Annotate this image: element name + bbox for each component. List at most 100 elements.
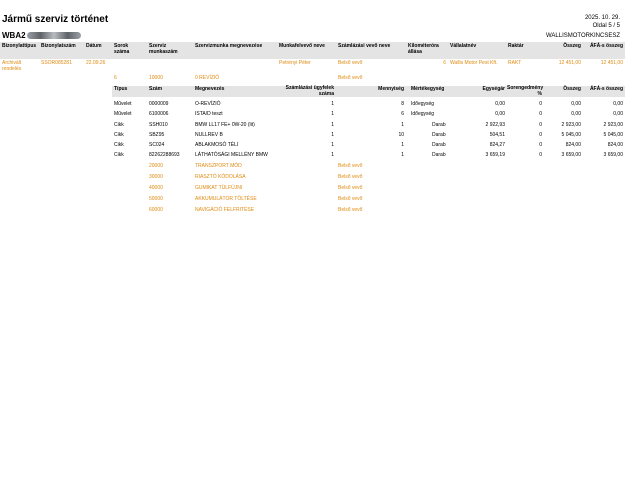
item-col-total-header: Összeg bbox=[563, 86, 581, 92]
item-no: 6100006 bbox=[149, 111, 169, 117]
doc-company: Wallis Motor Pest Kft. bbox=[450, 60, 498, 66]
item-unit-price: 504,51 bbox=[489, 132, 505, 138]
job-customer: Belső vevő bbox=[338, 185, 363, 191]
item-discount: 0 bbox=[539, 132, 542, 138]
job-customer: Belső vevő bbox=[338, 163, 363, 169]
item-total: 824,00 bbox=[565, 142, 581, 148]
item-col-total-vat-header: ÁFÁ-s összeg bbox=[589, 86, 623, 92]
item-qty: 8 bbox=[401, 101, 404, 107]
item-total-vat: 824,00 bbox=[607, 142, 623, 148]
doc-km: 6 bbox=[443, 60, 446, 66]
item-no: SC024 bbox=[149, 142, 165, 148]
item-billing-qty: 1 bbox=[331, 122, 334, 128]
job-service-name: GUMIKAT TÜLFÚJNI bbox=[195, 185, 243, 191]
item-total-vat: 0,00 bbox=[613, 111, 623, 117]
item-type: Cikk bbox=[114, 142, 124, 148]
col-warehouse-header: Raktár bbox=[508, 43, 524, 49]
company-name: WALLISMOTORKINCSESZ bbox=[545, 33, 620, 39]
item-discount: 0 bbox=[539, 152, 542, 158]
job-service-name: RIASZTÓ KÓDOLÁSA bbox=[195, 174, 246, 180]
doc-total-vat: 12 451,00 bbox=[600, 60, 623, 66]
col-number-header: Bizonylatszám bbox=[41, 43, 76, 49]
col-date-header: Dátum bbox=[86, 43, 102, 49]
job-service-name: AKKUMULÁTOR TÖLTÉSE bbox=[195, 196, 257, 202]
vin-prefix: WBA2 bbox=[2, 31, 26, 40]
item-name: LÁTHATÓSÁGI MELLÉNY BMW bbox=[195, 152, 268, 158]
col-km-header: Kilométeróra állása bbox=[408, 43, 439, 55]
item-total: 3 659,00 bbox=[561, 152, 581, 158]
col-total-header: Összeg bbox=[563, 43, 581, 49]
col-company-header: Vállalatnév bbox=[450, 43, 477, 49]
item-total-vat: 2 923,00 bbox=[603, 122, 623, 128]
job-service-no: 10000 bbox=[149, 75, 163, 81]
item-col-unit-header: Mértékegység bbox=[411, 86, 445, 92]
item-col-type-header: Típus bbox=[114, 86, 128, 92]
item-qty: 6 bbox=[401, 111, 404, 117]
doc-warehouse: RAKT bbox=[508, 60, 522, 66]
item-unit: Darab bbox=[432, 132, 446, 138]
item-unit-price: 3 659,19 bbox=[485, 152, 505, 158]
doc-date: 22.09.26 bbox=[86, 60, 106, 66]
item-no: SBZ95 bbox=[149, 132, 165, 138]
job-customer: Belső vevő bbox=[338, 75, 363, 81]
doc-number: SSOR085281 bbox=[41, 60, 72, 66]
job-service-no: 60000 bbox=[149, 207, 163, 213]
col-type-header: Bizonylattípus bbox=[2, 43, 37, 49]
job-customer: Belső vevő bbox=[338, 207, 363, 213]
item-unit-price: 2 922,93 bbox=[485, 122, 505, 128]
vin-redaction bbox=[26, 32, 81, 40]
item-total-vat: 5 045,00 bbox=[603, 132, 623, 138]
item-unit-price: 824,27 bbox=[489, 142, 505, 148]
item-unit: Darab bbox=[432, 152, 446, 158]
item-billing-qty: 1 bbox=[331, 152, 334, 158]
item-col-unit-price-header: Egységár bbox=[482, 86, 505, 92]
job-service-no: 40000 bbox=[149, 185, 163, 191]
job-service-no: 50000 bbox=[149, 196, 163, 202]
page-number: Oldal 5 / 5 bbox=[592, 23, 620, 29]
item-discount: 0 bbox=[539, 101, 542, 107]
item-col-discount-header: Sorengedmény % bbox=[507, 85, 544, 97]
item-no: 82262288693 bbox=[149, 152, 180, 158]
item-no: SSH010 bbox=[149, 122, 168, 128]
item-qty: 10 bbox=[398, 132, 404, 138]
item-total: 0,00 bbox=[571, 101, 581, 107]
doc-type: Archivált rendelés bbox=[2, 60, 22, 72]
item-discount: 0 bbox=[539, 122, 542, 128]
job-service-name: 0 REVÍZIÓ bbox=[195, 75, 220, 81]
item-unit: Darab bbox=[432, 142, 446, 148]
report-date: 2025. 10. 29. bbox=[584, 15, 620, 21]
item-qty: 1 bbox=[401, 122, 404, 128]
item-type: Cikk bbox=[114, 132, 124, 138]
job-lines: 6 bbox=[114, 75, 117, 81]
item-name: NULLREV B bbox=[195, 132, 223, 138]
vin-label: WBA2 bbox=[2, 31, 81, 40]
col-total-vat-header: ÁFÁ-s összeg bbox=[589, 43, 623, 49]
item-total: 2 923,00 bbox=[561, 122, 581, 128]
item-type: Művelet bbox=[114, 111, 132, 117]
job-service-no: 30000 bbox=[149, 174, 163, 180]
item-qty: 1 bbox=[401, 152, 404, 158]
item-col-billing-qty-header: Számlázási ügyfelek száma bbox=[285, 85, 334, 97]
job-service-name: TRANSZPORT MÓD bbox=[195, 163, 242, 169]
item-name: ISTA/D teszt bbox=[195, 111, 223, 117]
item-type: Cikk bbox=[114, 152, 124, 158]
doc-receiver: Petrényi Péter bbox=[279, 60, 311, 66]
item-col-no-header: Szám bbox=[149, 86, 163, 92]
item-billing-qty: 1 bbox=[331, 142, 334, 148]
item-discount: 0 bbox=[539, 142, 542, 148]
item-type: Cikk bbox=[114, 122, 124, 128]
report-title: Jármű szerviz történet bbox=[2, 14, 109, 25]
item-type: Művelet bbox=[114, 101, 132, 107]
item-no: 0000009 bbox=[149, 101, 169, 107]
doc-total: 12 451,00 bbox=[558, 60, 581, 66]
col-customer-header: Számlázási vevő neve bbox=[338, 43, 391, 49]
item-billing-qty: 1 bbox=[331, 101, 334, 107]
doc-customer: Belső vevő bbox=[338, 60, 363, 66]
job-customer: Belső vevő bbox=[338, 196, 363, 202]
item-unit: Időegység bbox=[411, 111, 435, 117]
col-receiver-header: Munkafelvevő neve bbox=[279, 43, 325, 49]
col-lines-header: Sorok száma bbox=[114, 43, 130, 55]
job-customer: Belső vevő bbox=[338, 174, 363, 180]
item-unit: Időegység bbox=[411, 101, 435, 107]
item-unit: Darab bbox=[432, 122, 446, 128]
